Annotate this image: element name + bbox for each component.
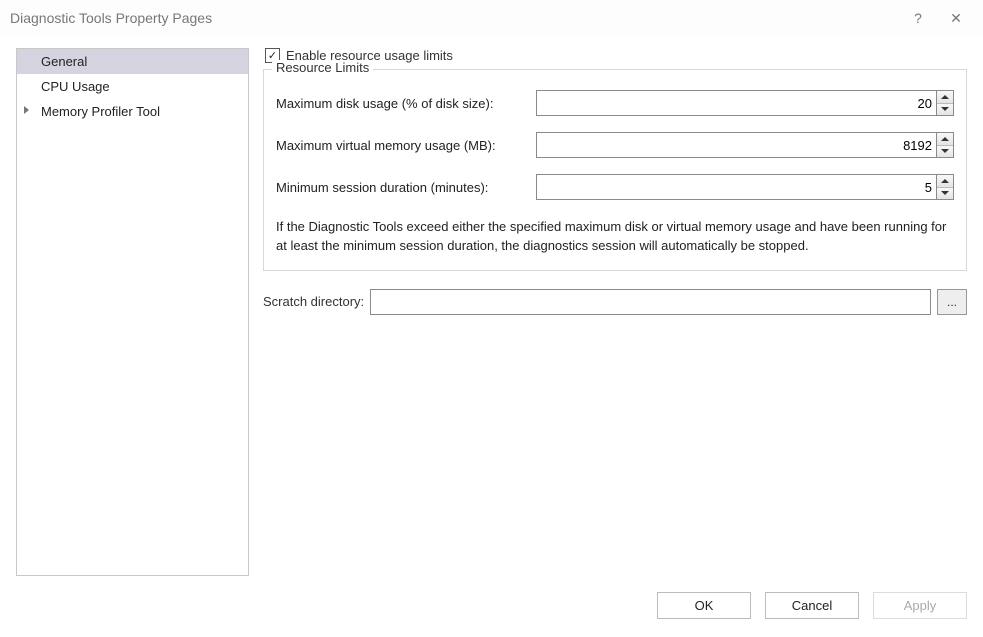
limits-note: If the Diagnostic Tools exceed either th… bbox=[276, 218, 954, 256]
max-disk-input[interactable] bbox=[536, 90, 936, 116]
scratch-directory-input[interactable] bbox=[370, 289, 931, 315]
scratch-directory-row: Scratch directory: ... bbox=[263, 289, 967, 315]
help-button[interactable]: ? bbox=[899, 3, 937, 33]
sidebar-item-memory-profiler[interactable]: Memory Profiler Tool bbox=[17, 99, 248, 124]
apply-button[interactable]: Apply bbox=[873, 592, 967, 619]
spin-down-icon[interactable] bbox=[937, 188, 953, 200]
dialog-buttons: OK Cancel Apply bbox=[0, 576, 983, 619]
min-session-label: Minimum session duration (minutes): bbox=[276, 180, 536, 195]
max-vm-input[interactable] bbox=[536, 132, 936, 158]
max-vm-row: Maximum virtual memory usage (MB): bbox=[276, 132, 954, 158]
min-session-spinner-buttons bbox=[936, 174, 954, 200]
max-vm-spinner-buttons bbox=[936, 132, 954, 158]
sidebar-item-cpu-usage[interactable]: CPU Usage bbox=[17, 74, 248, 99]
spin-up-icon[interactable] bbox=[937, 175, 953, 188]
min-session-input[interactable] bbox=[536, 174, 936, 200]
scratch-directory-label: Scratch directory: bbox=[263, 294, 364, 309]
group-title: Resource Limits bbox=[272, 60, 373, 75]
spin-up-icon[interactable] bbox=[937, 133, 953, 146]
cancel-button[interactable]: Cancel bbox=[765, 592, 859, 619]
sidebar-item-general[interactable]: General bbox=[17, 49, 248, 74]
dialog-body: General CPU Usage Memory Profiler Tool E… bbox=[0, 36, 983, 576]
spin-up-icon[interactable] bbox=[937, 91, 953, 104]
ok-button[interactable]: OK bbox=[657, 592, 751, 619]
titlebar: Diagnostic Tools Property Pages ? ✕ bbox=[0, 0, 983, 36]
chevron-right-icon[interactable] bbox=[24, 106, 29, 114]
spin-down-icon[interactable] bbox=[937, 104, 953, 116]
close-button[interactable]: ✕ bbox=[937, 3, 975, 33]
resource-limits-group: Resource Limits Maximum disk usage (% of… bbox=[263, 69, 967, 271]
sidebar-item-label: General bbox=[41, 54, 87, 69]
max-disk-row: Maximum disk usage (% of disk size): bbox=[276, 90, 954, 116]
sidebar: General CPU Usage Memory Profiler Tool bbox=[16, 48, 249, 576]
browse-button[interactable]: ... bbox=[937, 289, 967, 315]
content-panel: Enable resource usage limits Resource Li… bbox=[263, 48, 967, 576]
max-disk-spinner-buttons bbox=[936, 90, 954, 116]
sidebar-item-label: Memory Profiler Tool bbox=[41, 104, 160, 119]
sidebar-item-label: CPU Usage bbox=[41, 79, 110, 94]
max-vm-label: Maximum virtual memory usage (MB): bbox=[276, 138, 536, 153]
max-disk-spinner bbox=[536, 90, 954, 116]
min-session-spinner bbox=[536, 174, 954, 200]
window-title: Diagnostic Tools Property Pages bbox=[10, 10, 899, 26]
max-vm-spinner bbox=[536, 132, 954, 158]
max-disk-label: Maximum disk usage (% of disk size): bbox=[276, 96, 536, 111]
spin-down-icon[interactable] bbox=[937, 146, 953, 158]
min-session-row: Minimum session duration (minutes): bbox=[276, 174, 954, 200]
